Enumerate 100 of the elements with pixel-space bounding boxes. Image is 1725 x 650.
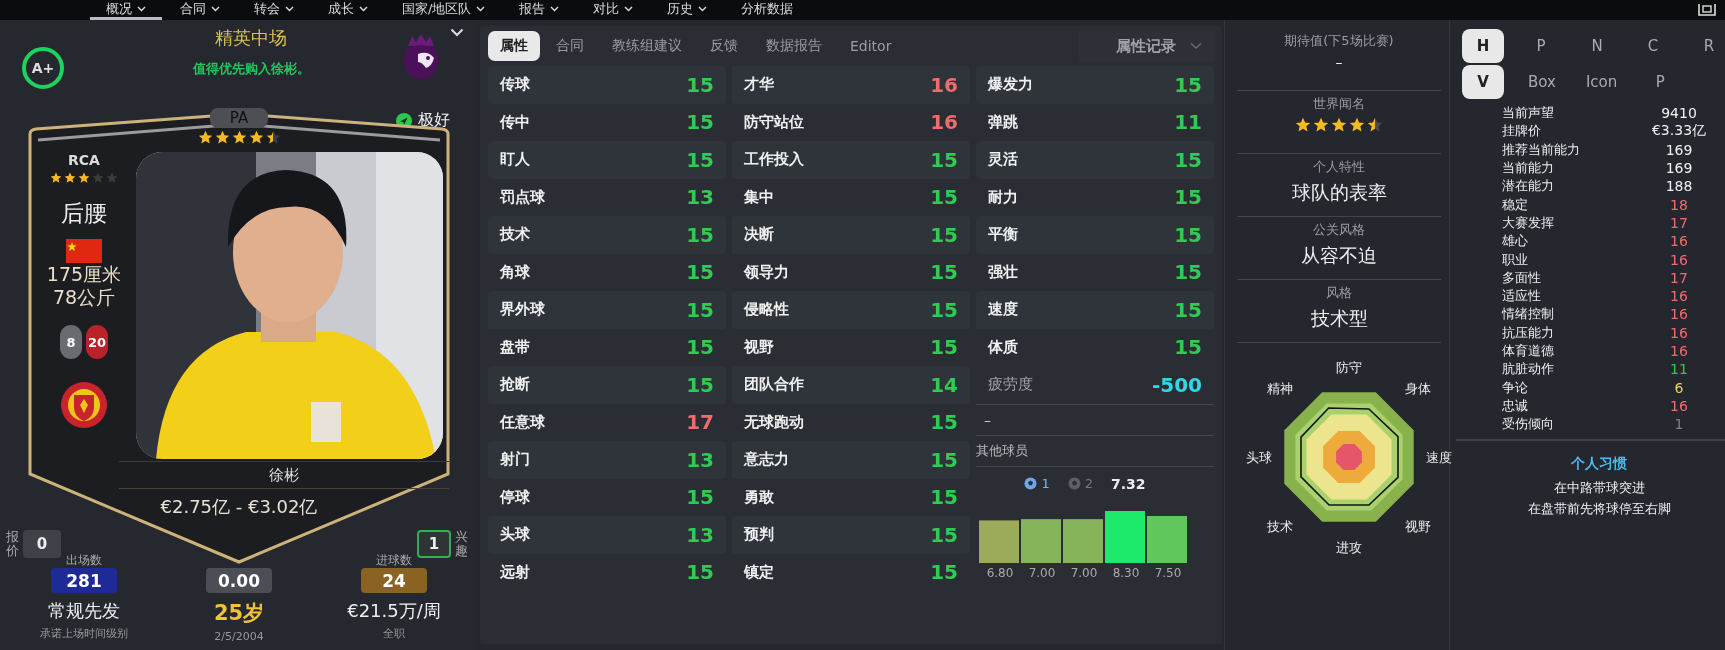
- detail-label: 适应性: [1502, 287, 1541, 306]
- weight-text: 78公斤: [52, 286, 116, 309]
- scout-rating: 极好: [418, 110, 450, 131]
- attribute-name: 防守站位: [744, 112, 804, 132]
- nav-menu-item[interactable]: 对比: [577, 0, 650, 20]
- detail-label: 职业: [1502, 250, 1528, 269]
- value-range: €2.75亿 - €3.02亿: [160, 495, 318, 519]
- position-code: RCA: [68, 152, 100, 168]
- nav-menu-item[interactable]: 分析数据: [725, 0, 810, 20]
- detail-value: 169: [1664, 160, 1694, 177]
- screen-icon[interactable]: [1697, 3, 1717, 17]
- attribute-value: 16: [930, 110, 958, 135]
- attribute-name: 远射: [500, 562, 530, 582]
- attribute-value: 15: [930, 185, 958, 210]
- nav-menu-item[interactable]: 合同: [164, 0, 236, 20]
- attribute-value: 15: [686, 147, 714, 172]
- profile-value: 球队的表率: [1291, 180, 1387, 205]
- recommendation-text: 值得优先购入徐彬。: [192, 60, 310, 78]
- pa-label: PA: [209, 108, 269, 128]
- view-toggle[interactable]: C: [1634, 29, 1672, 63]
- detail-value: €3.33亿: [1650, 122, 1708, 141]
- nav-menu-item[interactable]: 国家/地区队: [386, 0, 502, 20]
- role-title: 精英中场: [215, 26, 287, 50]
- attribute-name: 界外球: [500, 300, 545, 320]
- attribute-value: 15: [686, 560, 714, 585]
- radar-label: 技术: [1266, 519, 1293, 535]
- tab[interactable]: 数据报告: [754, 31, 834, 61]
- detail-label: 大赛发挥: [1502, 213, 1554, 232]
- view-toggle[interactable]: P: [1522, 29, 1560, 63]
- detail-value: 1: [1673, 416, 1685, 433]
- attribute-value: 15: [930, 222, 958, 247]
- attribute-value: 15: [1174, 147, 1202, 172]
- detail-label: 潜在能力: [1502, 177, 1554, 196]
- ball-icon: [1024, 477, 1038, 490]
- radar-label: 速度: [1426, 450, 1452, 465]
- fatigue-label: 疲劳度: [988, 375, 1033, 395]
- attribute-value: 15: [1174, 185, 1202, 210]
- profile-title: 世界闻名: [1313, 95, 1365, 113]
- attribute-name: 勇敢: [744, 487, 774, 507]
- detail-value: 6: [1673, 379, 1685, 396]
- detail-label: 雄心: [1502, 232, 1528, 251]
- attribute-value: 15: [930, 522, 958, 547]
- detail-label: 肮脏动作: [1502, 360, 1554, 379]
- attribute-name: 领导力: [744, 262, 789, 282]
- attribute-name: 才华: [744, 75, 774, 95]
- attribute-name: 强壮: [988, 262, 1018, 282]
- radar-label: 精神: [1266, 380, 1293, 396]
- tab[interactable]: Editor: [838, 32, 904, 60]
- tab[interactable]: 合同: [544, 31, 596, 61]
- view-toggle[interactable]: R: [1690, 29, 1725, 63]
- nav-menu-item[interactable]: 转会: [238, 0, 310, 20]
- number-badge: 20: [86, 325, 108, 359]
- attribute-name: 罚点球: [500, 187, 545, 207]
- attribute-name: 意志力: [744, 450, 789, 470]
- detail-label: 挂牌价: [1502, 122, 1541, 141]
- attribute-value: 15: [686, 297, 714, 322]
- attribute-name: 团队合作: [744, 375, 804, 395]
- attribute-name: 头球: [500, 525, 530, 545]
- attribute-name: 任意球: [500, 412, 545, 432]
- detail-value: 16: [1669, 306, 1689, 323]
- profile-value: –: [1335, 54, 1343, 70]
- radar-label: 防守: [1336, 360, 1362, 375]
- view-toggle[interactable]: Icon: [1579, 65, 1624, 99]
- view-toggle[interactable]: N: [1578, 29, 1616, 63]
- detail-label: 忠诚: [1502, 396, 1528, 415]
- detail-label: 稳定: [1502, 195, 1528, 214]
- nav-menu-item[interactable]: 成长: [312, 0, 384, 20]
- stat-badge: 24: [361, 568, 427, 593]
- attribute-value: 15: [930, 335, 958, 360]
- attribute-name: 工作投入: [744, 150, 804, 170]
- attribute-name: 盘带: [500, 337, 530, 357]
- stat-value: 25岁: [213, 600, 265, 627]
- view-toggle[interactable]: Box: [1522, 65, 1562, 99]
- stat-badge: 0.00: [206, 568, 272, 593]
- caret-icon: [550, 5, 560, 12]
- offers-label: 报价: [6, 530, 19, 559]
- attribute-value: 13: [686, 522, 714, 547]
- tab[interactable]: 属性: [488, 31, 540, 61]
- stat-subtext: 2/5/2004: [214, 630, 264, 643]
- nav-menu-item[interactable]: 历史: [651, 0, 724, 20]
- view-toggle[interactable]: P: [1641, 65, 1680, 99]
- tab[interactable]: 反馈: [698, 31, 750, 61]
- attribute-name: 停球: [500, 487, 530, 507]
- detail-value: 16: [1669, 343, 1689, 359]
- detail-value: 16: [1669, 324, 1689, 341]
- chevron-down-icon: [1190, 42, 1202, 50]
- caret-icon: [285, 5, 294, 12]
- view-toggle[interactable]: H: [1462, 29, 1504, 63]
- detail-label: 体育道德: [1502, 342, 1554, 360]
- attribute-name: 体质: [988, 337, 1018, 357]
- attribute-name: 集中: [744, 187, 774, 207]
- chevron-down-icon[interactable]: [450, 28, 464, 37]
- average-rating: 7.32: [1111, 475, 1146, 492]
- tab[interactable]: 教练组建议: [600, 31, 694, 61]
- profile-title: 公关风格: [1313, 221, 1365, 239]
- second-count: 2: [1084, 476, 1093, 491]
- view-toggle[interactable]: V: [1462, 65, 1504, 99]
- attribute-value: 17: [686, 410, 714, 435]
- attribute-name: 预判: [744, 525, 774, 545]
- nav-menu-item[interactable]: 报告: [503, 0, 576, 20]
